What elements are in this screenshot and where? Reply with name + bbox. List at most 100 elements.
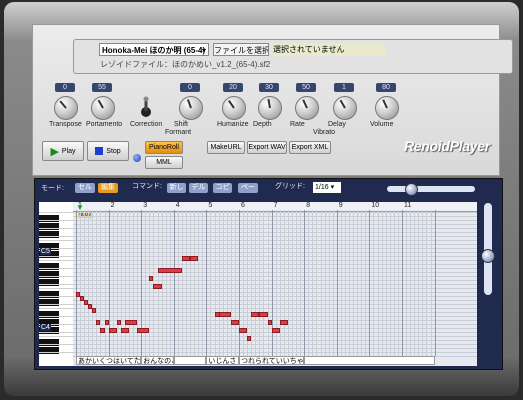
note-block[interactable] [218,311,231,317]
white-key-line [39,296,73,297]
depth-knob[interactable] [258,96,282,120]
rate-knob[interactable] [295,96,319,120]
paste-command-button[interactable]: ペー [238,183,258,193]
command-label: コマンド: [132,183,162,190]
lyric-cell[interactable]: つれられていいちゃ [239,356,305,365]
measure-number: 5 [208,202,213,209]
note-block[interactable] [181,255,191,261]
export-xml-button[interactable]: Export XML [289,141,331,154]
grid-column-line [324,210,326,356]
grid-column-line [402,210,403,356]
note-block[interactable] [108,327,117,333]
measure-number: 11 [404,202,412,209]
stop-label: Stop [106,147,121,155]
lyric-cell[interactable] [173,356,207,365]
grid-column-line [373,210,375,356]
note-block[interactable] [230,319,239,325]
knob-label: Shift [174,121,189,128]
grid-column-line [230,210,232,356]
export-wav-button[interactable]: Export WAV [247,141,287,154]
grid-column-line [181,210,183,356]
delay-knob[interactable] [333,96,357,120]
grid-column-line [279,210,281,356]
grid-column-line [381,210,383,356]
lyric-cell[interactable]: あかいくつはいてた [76,356,142,365]
note-block[interactable] [153,283,162,289]
mode-select-button[interactable]: セル [75,183,95,193]
correction-toggle[interactable] [141,96,151,118]
grid-column-line [186,210,188,356]
lyric-cell[interactable]: いじんさ [206,356,239,365]
note-block[interactable] [104,319,109,325]
voice-file-box: Honoka-Mei ほのか明 (65-4) ▾ ファイルを選択 選択されていませ… [73,39,513,74]
knob-indicator [228,100,235,109]
knob-label: Correction [130,121,163,128]
volume-knob[interactable] [375,96,399,120]
makeurl-button[interactable]: MakeURL [207,141,245,154]
transpose-knob[interactable] [54,96,78,120]
grid-select[interactable]: 1/16 ▾ [313,182,341,193]
knob-indicator [186,99,192,109]
note-block[interactable] [247,335,252,341]
note-block[interactable] [259,311,268,317]
copy-command-button[interactable]: コピ [213,183,232,193]
mml-button[interactable]: MML [145,156,183,169]
note-block[interactable] [137,327,150,333]
grid-column-line [259,210,261,356]
white-key-line [39,268,73,269]
note-block[interactable] [92,307,97,313]
note-block[interactable] [100,327,105,333]
vertical-scroll-slider[interactable] [481,203,495,295]
measure-number: 9 [338,202,343,209]
note-block[interactable] [190,255,199,261]
grid-column-line [316,210,318,356]
choose-file-button[interactable]: ファイルを選択 [213,43,269,56]
grid-column-line [308,210,310,356]
mode-edit-button[interactable]: 編集 [98,183,118,193]
knob-value: 20 [223,83,243,92]
pianoroll-editor: モード: セル 編集 コマンド: 新し デル コピ ペー グリッド: 1/16 … [34,178,503,370]
grid-column-line [422,210,424,356]
shift-knob[interactable] [179,96,203,120]
grid-column-line [214,210,216,356]
grid-column-line [120,210,122,356]
pianoroll-button[interactable]: PianoRoll [145,141,183,154]
humanize-knob[interactable] [222,96,246,120]
note-block[interactable] [149,275,154,281]
note-block[interactable] [279,319,288,325]
note-block[interactable] [124,319,138,325]
note-block[interactable] [251,311,260,317]
grid-column-line [393,210,395,356]
new-command-button[interactable]: 新し [167,183,186,193]
note-block[interactable] [271,327,280,333]
knob-label: Depth [253,121,272,128]
knob-indicator [339,99,346,109]
play-button[interactable]: ▶ Play [42,141,84,161]
grid-column-line [312,210,314,356]
note-block[interactable] [267,319,272,325]
knob-label: Transpose [49,121,82,128]
piano-keyboard[interactable]: C5 C4 [39,202,73,366]
lyric-cell[interactable] [304,356,435,365]
knob-label: Humanize [217,121,249,128]
voice-select[interactable]: Honoka-Mei ほのか明 (65-4) ▾ [99,43,209,56]
lyric-cell[interactable]: おんなのこ [141,356,174,365]
note-block[interactable] [96,319,101,325]
vertical-scroll-thumb[interactable] [481,249,495,263]
portamento-knob[interactable] [91,96,115,120]
stop-icon [95,147,104,155]
delete-command-button[interactable]: デル [189,183,208,193]
note-block[interactable] [120,327,129,333]
zoom-slider[interactable] [387,183,475,196]
note-block[interactable] [239,327,248,333]
stop-button[interactable]: Stop [87,141,129,161]
formant-group-label: Formant [165,129,192,136]
grid-column-line [344,210,346,356]
zoom-slider-thumb[interactable] [405,183,418,196]
note-block[interactable] [116,319,121,325]
note-block[interactable] [157,267,182,273]
grid-column-line [283,210,285,356]
note-grid[interactable]: 1234567891011 ▼ 0000 あかいくつはいてたおんなのこいじんさつ… [73,202,477,366]
knob-value: 55 [92,83,112,92]
grid-column-line [263,210,265,356]
